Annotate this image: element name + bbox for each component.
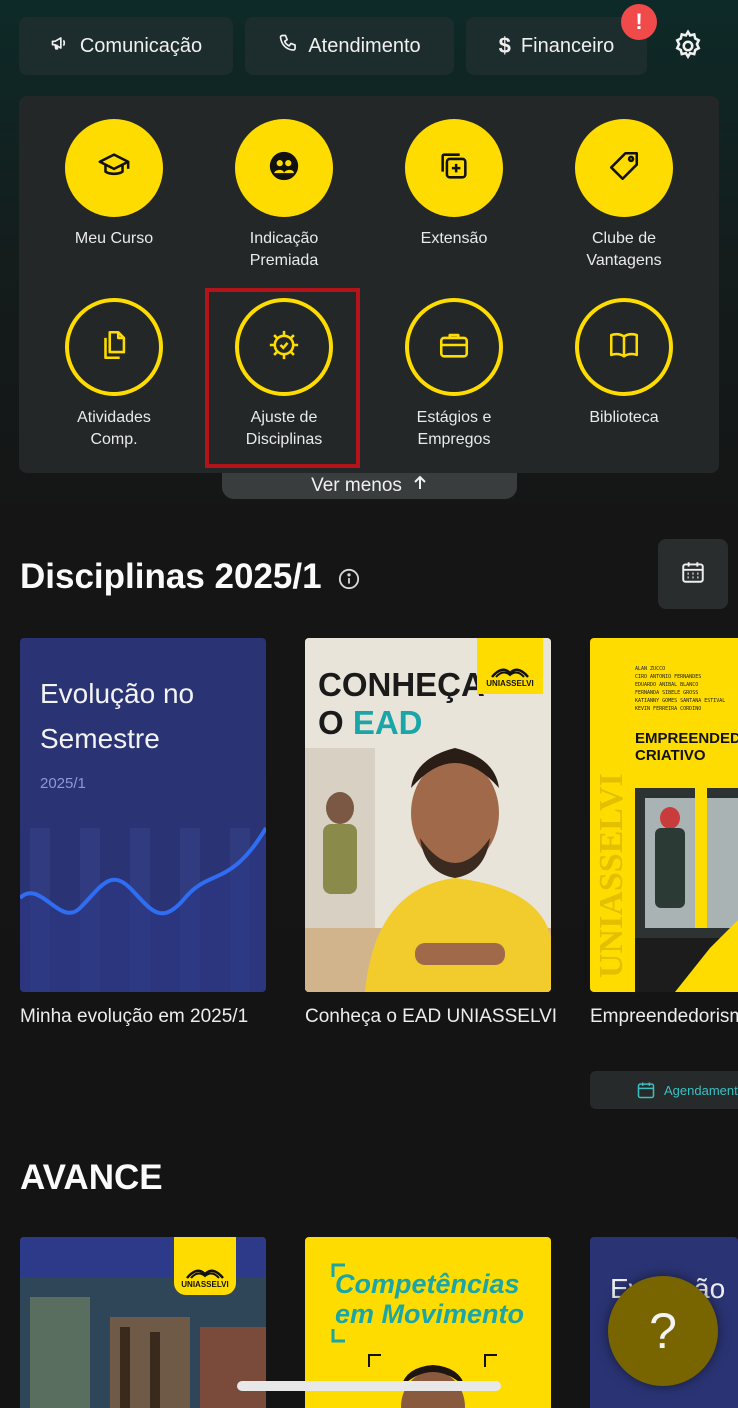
alert-badge: ! [621, 4, 657, 40]
competencias-line1: Competências [335, 1269, 520, 1299]
tag-icon [607, 149, 641, 188]
uniasselvi-vertical-brand: UNIASSELVI [593, 773, 630, 978]
shortcut-extensao[interactable]: Extensão [369, 119, 539, 250]
empreendedorismo-card-caption: Empreendedorism (159474) [590, 1006, 738, 1027]
tab-financeiro-label: Financeiro [520, 34, 615, 57]
disciplinas-title: Disciplinas 2025/1 [20, 557, 322, 596]
ead-headline-line1: CONHEÇA [318, 666, 485, 703]
ver-menos-button[interactable]: Ver menos [222, 473, 517, 499]
emp-card-title: EMPREENDEDORIS CRIATIVO [635, 730, 738, 764]
competencias-line2: em Movimento [335, 1299, 525, 1329]
documents-icon [97, 328, 131, 367]
uniasselvi-logo: UNIASSELVI [477, 638, 543, 694]
arrow-up-icon [412, 475, 428, 497]
briefcase-icon [437, 328, 471, 367]
selection-highlight [205, 288, 360, 468]
emp-photo [635, 788, 738, 992]
shortcut-label: Clube de Vantagens [586, 230, 662, 269]
shortcut-indicacao-premiada[interactable]: Indicação Premiada [199, 119, 369, 272]
shortcut-label: Atividades Comp. [77, 409, 151, 448]
ead-card-caption: Conheça o EAD UNIASSELVI [305, 1006, 558, 1027]
phone-icon [278, 33, 298, 59]
ead-headline-ead: EAD [352, 704, 423, 741]
calendar-icon [680, 559, 706, 590]
tab-atendimento[interactable]: Atendimento [245, 17, 454, 75]
emp-author: EDUARDO ANIBAL BLANCO [635, 682, 699, 688]
ead-card[interactable]: CONHEÇA O EAD UNIASSELVI [305, 638, 551, 992]
calendar-icon [637, 1082, 655, 1099]
avance-card-library[interactable]: UNIASSELVI [20, 1237, 266, 1408]
ead-headline-line2: O EAD [318, 704, 485, 742]
ver-menos-label: Ver menos [311, 475, 402, 496]
people-icon [267, 149, 301, 188]
home-indicator [237, 1381, 501, 1391]
add-copy-icon [437, 149, 471, 188]
competencias-text: Competências em Movimento [335, 1269, 524, 1329]
tab-comunicacao-label: Comunicação [79, 34, 203, 57]
avance-title: AVANCE [20, 1158, 163, 1197]
shortcut-clube-vantagens[interactable]: Clube de Vantagens [539, 119, 709, 272]
shortcut-atividades-comp[interactable]: Atividades Comp. [29, 298, 199, 451]
evolution-card-year: 2025/1 [40, 775, 86, 792]
uniasselvi-vertical-text: UNIASSELVI [593, 773, 630, 978]
shortcut-label: Meu Curso [74, 230, 154, 247]
emp-author: KATIANNY GOMES SANTANA ESTIVAL [635, 698, 726, 704]
tab-atendimento-label: Atendimento [308, 34, 421, 57]
emp-author: ALAN ZUCCO [635, 666, 666, 672]
tab-comunicacao[interactable]: Comunicação [19, 17, 233, 75]
evolution-card-title: Evolução no Semestre [40, 678, 195, 754]
graduation-cap-icon [97, 149, 131, 188]
megaphone-icon [50, 33, 70, 59]
shortcut-label: Extensão [420, 230, 488, 247]
ead-headline: CONHEÇA O EAD [318, 666, 485, 742]
emp-author: FERNANDA SIBELE GROSS [635, 690, 699, 696]
dollar-icon: $ [498, 33, 511, 58]
help-button[interactable]: ? [608, 1276, 718, 1386]
uniasselvi-logo-text: UNIASSELVI [486, 679, 534, 688]
evolution-card[interactable]: Evolução no Semestre 2025/1 [20, 638, 266, 992]
shortcut-biblioteca[interactable]: Biblioteca [539, 298, 709, 429]
empreendedorismo-card[interactable]: UNIASSELVI ALAN ZUCCO CIRO ANTONIO FERNA… [590, 638, 738, 992]
gear-icon[interactable] [671, 29, 705, 63]
shortcut-estagios-empregos[interactable]: Estágios e Empregos [369, 298, 539, 451]
agendamento-button[interactable]: Agendamento [590, 1071, 738, 1109]
emp-author-names: ALAN ZUCCO CIRO ANTONIO FERNANDES EDUARD… [635, 665, 725, 713]
uniasselvi-logo: UNIASSELVI [174, 1237, 236, 1295]
uniasselvi-logo-text: UNIASSELVI [181, 1280, 229, 1289]
evolution-graph [20, 826, 266, 992]
info-icon[interactable] [338, 568, 360, 590]
calendar-button[interactable] [658, 539, 728, 609]
shortcut-meu-curso[interactable]: Meu Curso [29, 119, 199, 250]
evolution-card-caption: Minha evolução em 2025/1 [20, 1006, 249, 1027]
shortcut-label: Biblioteca [589, 409, 659, 426]
tab-financeiro[interactable]: $ Financeiro [466, 17, 647, 75]
book-icon [607, 328, 641, 367]
agendamento-label: Agendamento [664, 1082, 738, 1098]
emp-author: KEVIN FERREIRA CORDINO [635, 706, 702, 712]
emp-author: CIRO ANTONIO FERNANDES [635, 674, 702, 680]
shortcut-label: Estágios e Empregos [416, 409, 492, 448]
shortcut-label: Indicação Premiada [249, 230, 319, 269]
ead-headline-o: O [318, 704, 353, 741]
